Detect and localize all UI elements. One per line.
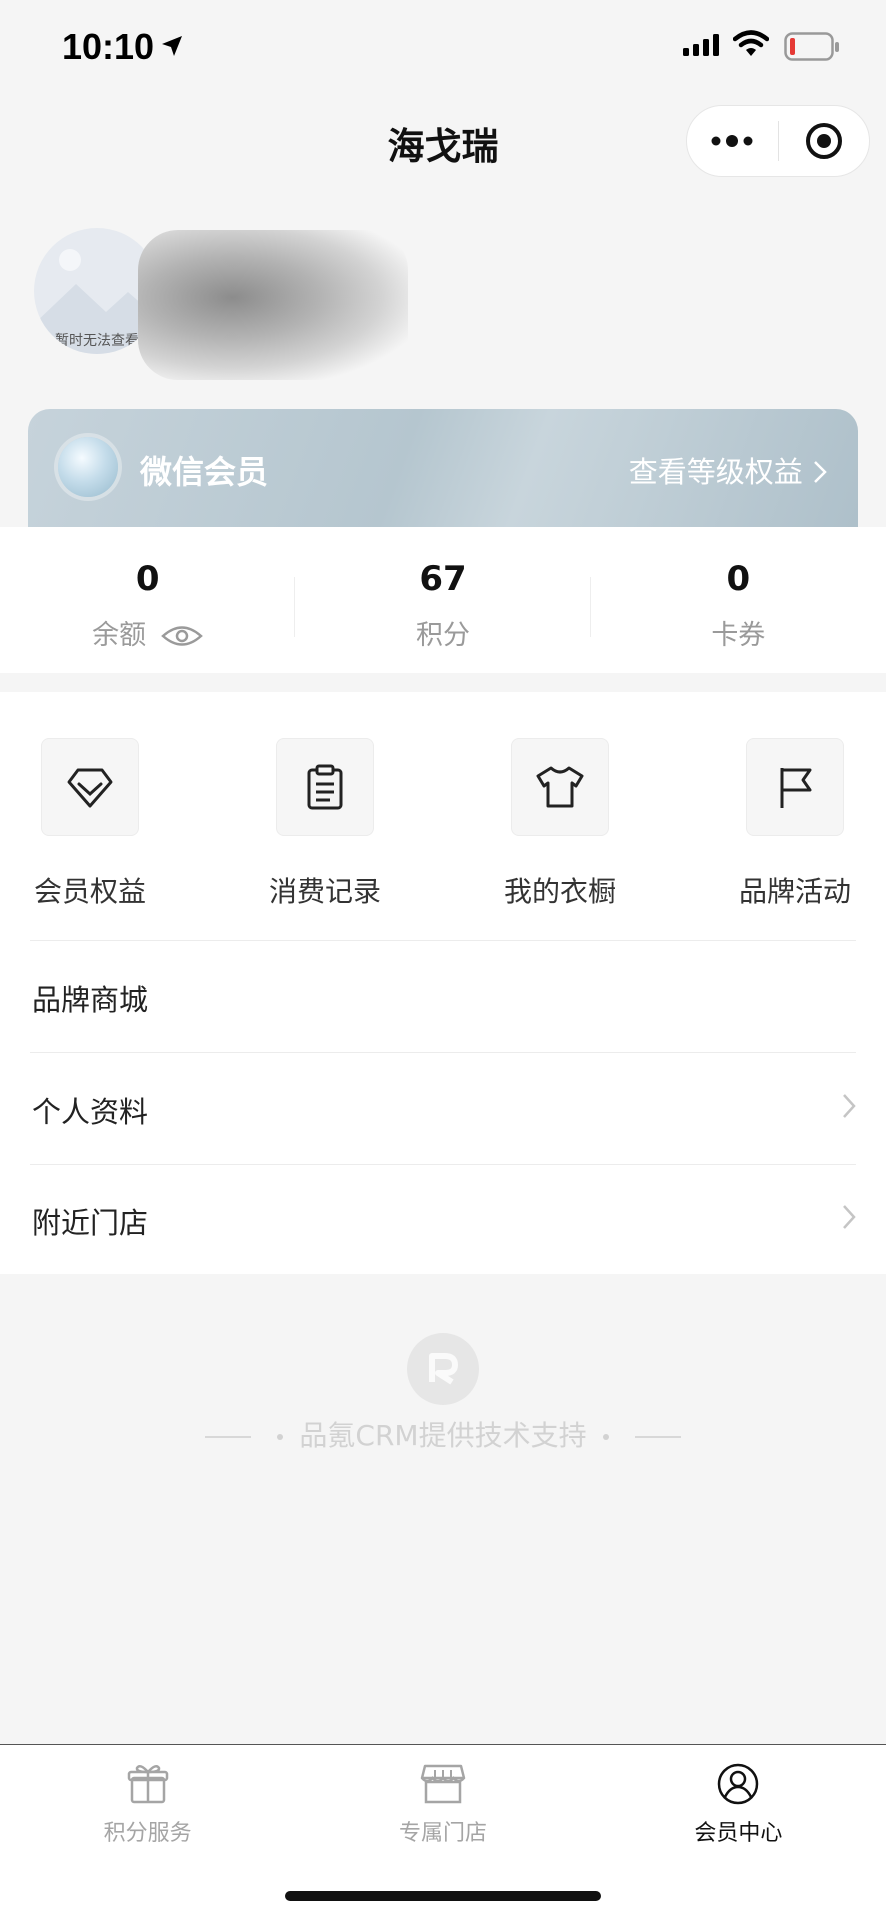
grid-item-purchase-history[interactable]: 消费记录	[235, 738, 415, 910]
grid-item-member-benefits[interactable]: 会员权益	[0, 738, 180, 910]
feature-grid: 会员权益 消费记录 我的衣橱 品牌活动	[0, 738, 886, 938]
battery-low-icon	[784, 32, 839, 61]
clipboard-icon	[307, 764, 343, 810]
blurred-username	[138, 230, 408, 380]
tab-label: 专属门店	[398, 1821, 487, 1846]
footer-line	[634, 1436, 681, 1438]
tab-label: 会员中心	[694, 1821, 783, 1846]
grid-item-brand-events[interactable]: 品牌活动	[705, 738, 885, 910]
balance-value: 0	[135, 559, 160, 599]
grid-icon-box	[746, 738, 844, 836]
cellular-signal-icon	[683, 34, 719, 56]
crm-logo-icon	[407, 1333, 479, 1405]
coupons-value: 0	[726, 559, 751, 599]
grid-icon-box	[276, 738, 374, 836]
tshirt-icon	[536, 766, 584, 808]
chevron-right-icon	[843, 1094, 856, 1118]
close-program-button[interactable]	[779, 106, 870, 176]
tab-label: 积分服务	[103, 1821, 192, 1846]
tech-support-footer: 品氪CRM提供技术支持	[0, 1414, 886, 1454]
account-stats: 0 余额 67 积分 0 卡券	[0, 527, 886, 673]
status-bar: 10:10	[0, 0, 886, 96]
more-dots-icon	[711, 135, 753, 147]
stat-coupons[interactable]: 0 卡券	[591, 527, 886, 673]
user-icon	[718, 1763, 759, 1805]
status-time: 10:10	[62, 26, 155, 67]
member-level-name: 微信会员	[140, 453, 269, 491]
list-item-label: 附近门店	[32, 1206, 149, 1240]
footer-dot	[602, 1434, 609, 1440]
view-benefits-link[interactable]: 查看等级权益	[629, 449, 828, 491]
list-item-personal-info[interactable]: 个人资料	[0, 1053, 886, 1163]
stat-points[interactable]: 67 积分	[295, 527, 591, 673]
list-item-label: 品牌商城	[32, 983, 149, 1017]
coupons-label: 卡券	[711, 620, 766, 651]
store-icon	[420, 1764, 466, 1804]
mini-program-capsule	[686, 105, 870, 177]
tab-points-service[interactable]: 积分服务	[0, 1745, 295, 1918]
grid-icon-box	[511, 738, 609, 836]
grid-icon-box	[41, 738, 139, 836]
grid-label: 会员权益	[33, 875, 146, 908]
points-value: 67	[419, 559, 467, 599]
location-arrow-icon	[162, 36, 182, 56]
target-close-icon	[805, 123, 842, 159]
points-label: 积分	[415, 620, 470, 651]
chevron-right-icon	[843, 1205, 856, 1229]
home-indicator[interactable]	[285, 1891, 601, 1901]
grid-label: 品牌活动	[738, 875, 851, 908]
diamond-icon	[67, 768, 113, 808]
footer-line	[205, 1436, 252, 1438]
chevron-right-icon	[814, 461, 827, 483]
list-item-nearby-stores[interactable]: 附近门店	[0, 1164, 886, 1274]
grid-item-my-wardrobe[interactable]: 我的衣橱	[470, 738, 650, 910]
member-gem-icon	[58, 437, 118, 497]
stat-balance[interactable]: 0 余额	[0, 527, 296, 673]
list-item-brand-mall[interactable]: 品牌商城	[0, 941, 886, 1051]
menu-panel: 会员权益 消费记录 我的衣橱 品牌活动 品牌商城 个人资料 附近门店	[0, 692, 886, 1274]
member-level-card[interactable]: 微信会员 查看等级权益	[28, 409, 858, 527]
tab-member-center[interactable]: 会员中心	[591, 1745, 886, 1918]
tech-support-text: 品氪CRM提供技术支持	[299, 1419, 587, 1452]
wifi-icon	[733, 30, 769, 56]
grid-label: 消费记录	[268, 875, 381, 908]
letter-r-logo-icon	[429, 1353, 458, 1385]
list-item-label: 个人资料	[32, 1095, 149, 1129]
grid-label: 我的衣橱	[503, 875, 616, 908]
flag-icon	[780, 768, 812, 808]
balance-label: 余额	[92, 620, 147, 651]
gift-icon	[127, 1764, 168, 1804]
footer-dot	[277, 1434, 284, 1440]
view-benefits-label: 查看等级权益	[628, 455, 803, 489]
eye-icon[interactable]	[161, 623, 204, 649]
more-button[interactable]	[687, 106, 778, 176]
